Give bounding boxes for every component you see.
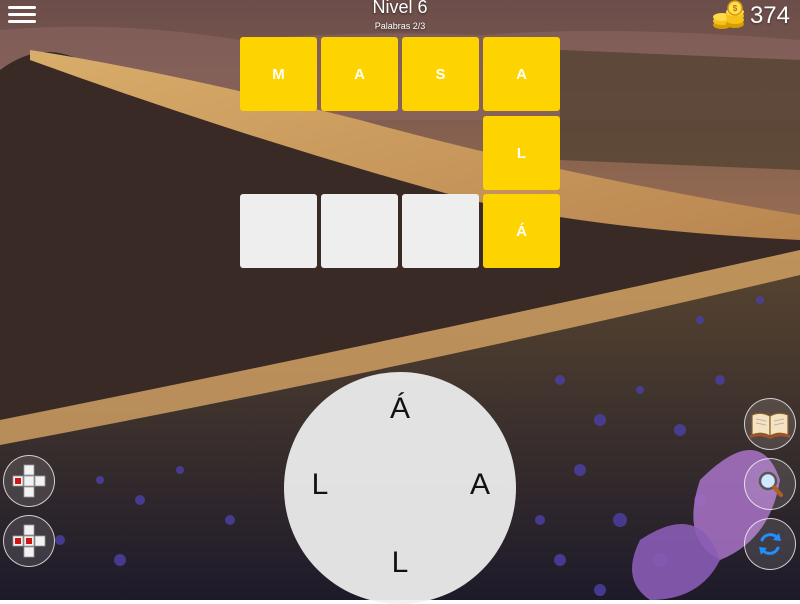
level-title: Nivel 6: [372, 0, 428, 17]
hint-magnifier-button[interactable]: [744, 458, 796, 510]
grid-tile[interactable]: Á: [483, 194, 560, 268]
wheel-letter[interactable]: A: [460, 468, 500, 502]
grid-tile[interactable]: M: [240, 37, 317, 111]
coins-icon: $: [712, 0, 744, 29]
svg-text:$: $: [733, 4, 738, 13]
reveal-word-icon: [12, 524, 46, 558]
words-progress: Palabras 2/3: [374, 21, 426, 31]
tile-letter: A: [354, 65, 365, 83]
dictionary-button[interactable]: [744, 398, 796, 450]
reveal-cell-button[interactable]: [3, 455, 55, 507]
shuffle-icon: [759, 533, 781, 555]
reveal-word-button[interactable]: [3, 515, 55, 567]
tile-letter: A: [516, 65, 527, 83]
grid-tile[interactable]: [321, 194, 398, 268]
grid-tile[interactable]: S: [402, 37, 479, 111]
grid-tile[interactable]: A: [321, 37, 398, 111]
magnifier-icon: [758, 471, 783, 497]
tile-letter: Á: [516, 222, 527, 240]
coin-count: 374: [749, 2, 790, 29]
grid-tile[interactable]: [240, 194, 317, 268]
wheel-letter[interactable]: L: [300, 468, 340, 502]
tile-letter: M: [272, 65, 285, 83]
tile-letter: L: [516, 144, 527, 162]
wheel-letter[interactable]: L: [380, 546, 420, 580]
wheel-letter[interactable]: Á: [380, 392, 420, 426]
grid-tile[interactable]: [402, 194, 479, 268]
shuffle-button[interactable]: [744, 518, 796, 570]
tile-letter: S: [435, 65, 446, 83]
grid-tile[interactable]: A: [483, 37, 560, 111]
coin-balance[interactable]: $ 374: [712, 0, 790, 32]
letter-wheel[interactable]: Á A L L: [284, 372, 516, 604]
grid-tile[interactable]: L: [483, 116, 560, 190]
book-icon: [750, 412, 790, 439]
reveal-cell-icon: [12, 464, 46, 498]
